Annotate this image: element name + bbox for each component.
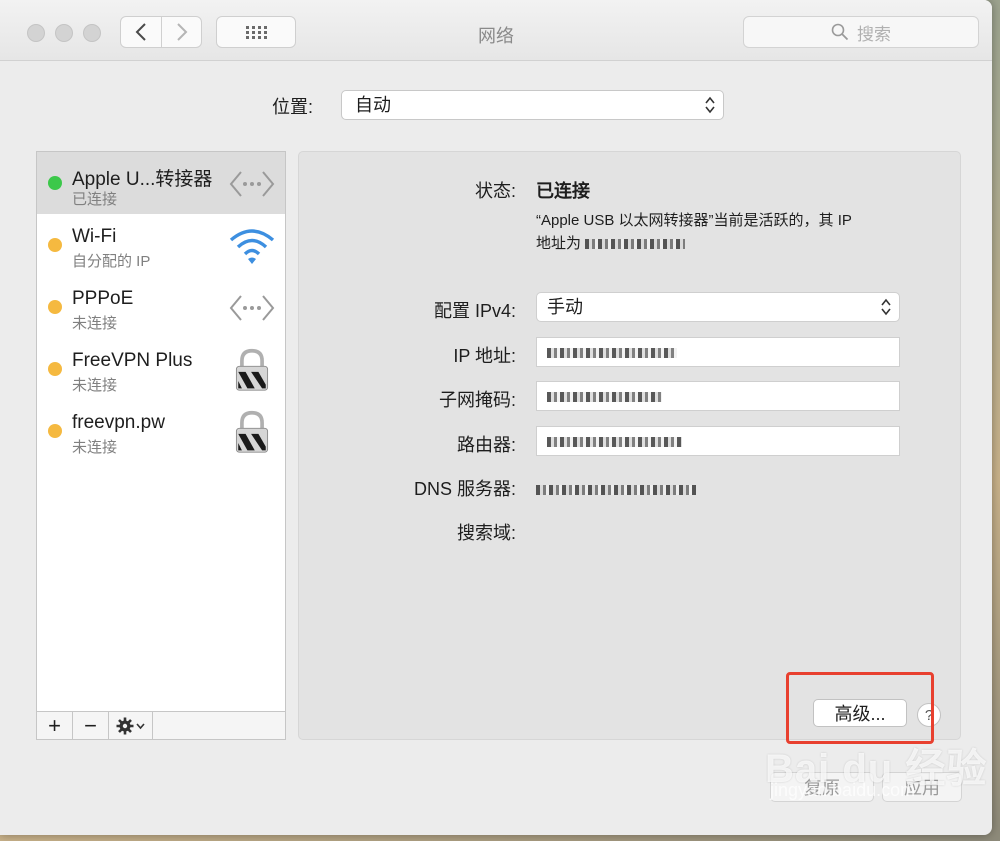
service-item-pppoe[interactable]: PPPoE 未连接 (37, 276, 285, 338)
dns-server-label: DNS 服务器: (413, 479, 516, 499)
add-service-button[interactable]: + (37, 712, 73, 739)
status-value: 已连接 (536, 181, 590, 201)
location-select[interactable]: 自动 (341, 90, 724, 120)
search-domain-label: 搜索域: (456, 523, 516, 543)
remove-service-button[interactable]: − (73, 712, 109, 739)
status-dot (48, 424, 62, 438)
dns-server-value[interactable] (536, 479, 696, 500)
service-item-freevpn-pw[interactable]: freevpn.pw 未连接 (37, 400, 285, 462)
subnet-mask-input[interactable] (536, 381, 900, 411)
service-status: 未连接 (72, 439, 118, 456)
subnet-mask-label: 子网掩码: (438, 390, 516, 410)
service-status: 未连接 (72, 377, 118, 394)
service-status: 自分配的 IP (72, 253, 151, 270)
lock-icon (235, 348, 269, 391)
service-list-toolbar: + − (37, 711, 285, 739)
status-description: “Apple USB 以太网转接器”当前是活跃的，其 IP 地址为 (536, 209, 906, 255)
router-input[interactable] (536, 426, 900, 456)
configure-ipv4-value: 手动 (547, 297, 583, 317)
status-label: 状态: (474, 181, 516, 201)
action-menu-button[interactable] (109, 712, 153, 739)
status-dot (48, 176, 62, 190)
service-detail-pane: 状态: 已连接 “Apple USB 以太网转接器”当前是活跃的，其 IP 地址… (298, 151, 961, 740)
redacted-value (547, 348, 677, 359)
configure-ipv4-label: 配置 IPv4: (433, 301, 516, 321)
status-dot (48, 300, 62, 314)
redacted-value (547, 392, 662, 403)
wifi-icon (229, 229, 275, 264)
service-name: Apple U...转接器 (72, 169, 213, 190)
redacted-ip (585, 239, 686, 250)
service-status: 已连接 (72, 191, 118, 208)
search-field[interactable]: 搜索 (743, 16, 979, 48)
configure-ipv4-select[interactable]: 手动 (536, 292, 900, 322)
lock-icon (235, 410, 269, 453)
service-item-freevpn-plus[interactable]: FreeVPN Plus 未连接 (37, 338, 285, 400)
gear-icon (116, 717, 145, 734)
service-name: Wi-Fi (72, 226, 117, 247)
search-icon (831, 23, 849, 41)
service-name: PPPoE (72, 288, 134, 309)
watermark-url: jingyan.baidu.com (770, 780, 916, 800)
updown-chevron-icon (705, 96, 715, 114)
status-dot (48, 362, 62, 376)
router-label: 路由器: (456, 435, 516, 455)
location-value: 自动 (355, 95, 391, 115)
network-preferences-window: 网络 搜索 位置: 自动 Apple U...转接器 已连接 Wi-Fi 自分配… (0, 0, 992, 835)
service-name: freevpn.pw (72, 412, 165, 433)
service-status: 未连接 (72, 315, 118, 332)
service-item-wifi[interactable]: Wi-Fi 自分配的 IP (37, 214, 285, 276)
service-item-ethernet[interactable]: Apple U...转接器 已连接 (37, 152, 285, 214)
ethernet-icon (229, 295, 275, 321)
search-placeholder: 搜索 (857, 24, 891, 44)
ip-address-prefix: 地址为 (536, 235, 582, 252)
redacted-value (547, 437, 682, 448)
ip-address-label: IP 地址: (453, 346, 516, 366)
service-list: Apple U...转接器 已连接 Wi-Fi 自分配的 IP PPPoE 未连… (36, 151, 286, 740)
status-description-line-2: 地址为 (536, 232, 906, 255)
redacted-value (536, 485, 696, 496)
titlebar: 网络 搜索 (0, 0, 992, 61)
baidu-watermark: Bai du 经验 jingyan.baidu.com (765, 736, 987, 800)
status-description-line: “Apple USB 以太网转接器”当前是活跃的，其 IP (536, 212, 852, 229)
updown-chevron-icon (881, 298, 891, 316)
status-dot (48, 238, 62, 252)
service-name: FreeVPN Plus (72, 350, 193, 371)
ethernet-icon (229, 171, 275, 197)
ip-address-input[interactable] (536, 337, 900, 367)
annotation-highlight-box (786, 672, 934, 744)
location-label: 位置: (272, 97, 314, 117)
